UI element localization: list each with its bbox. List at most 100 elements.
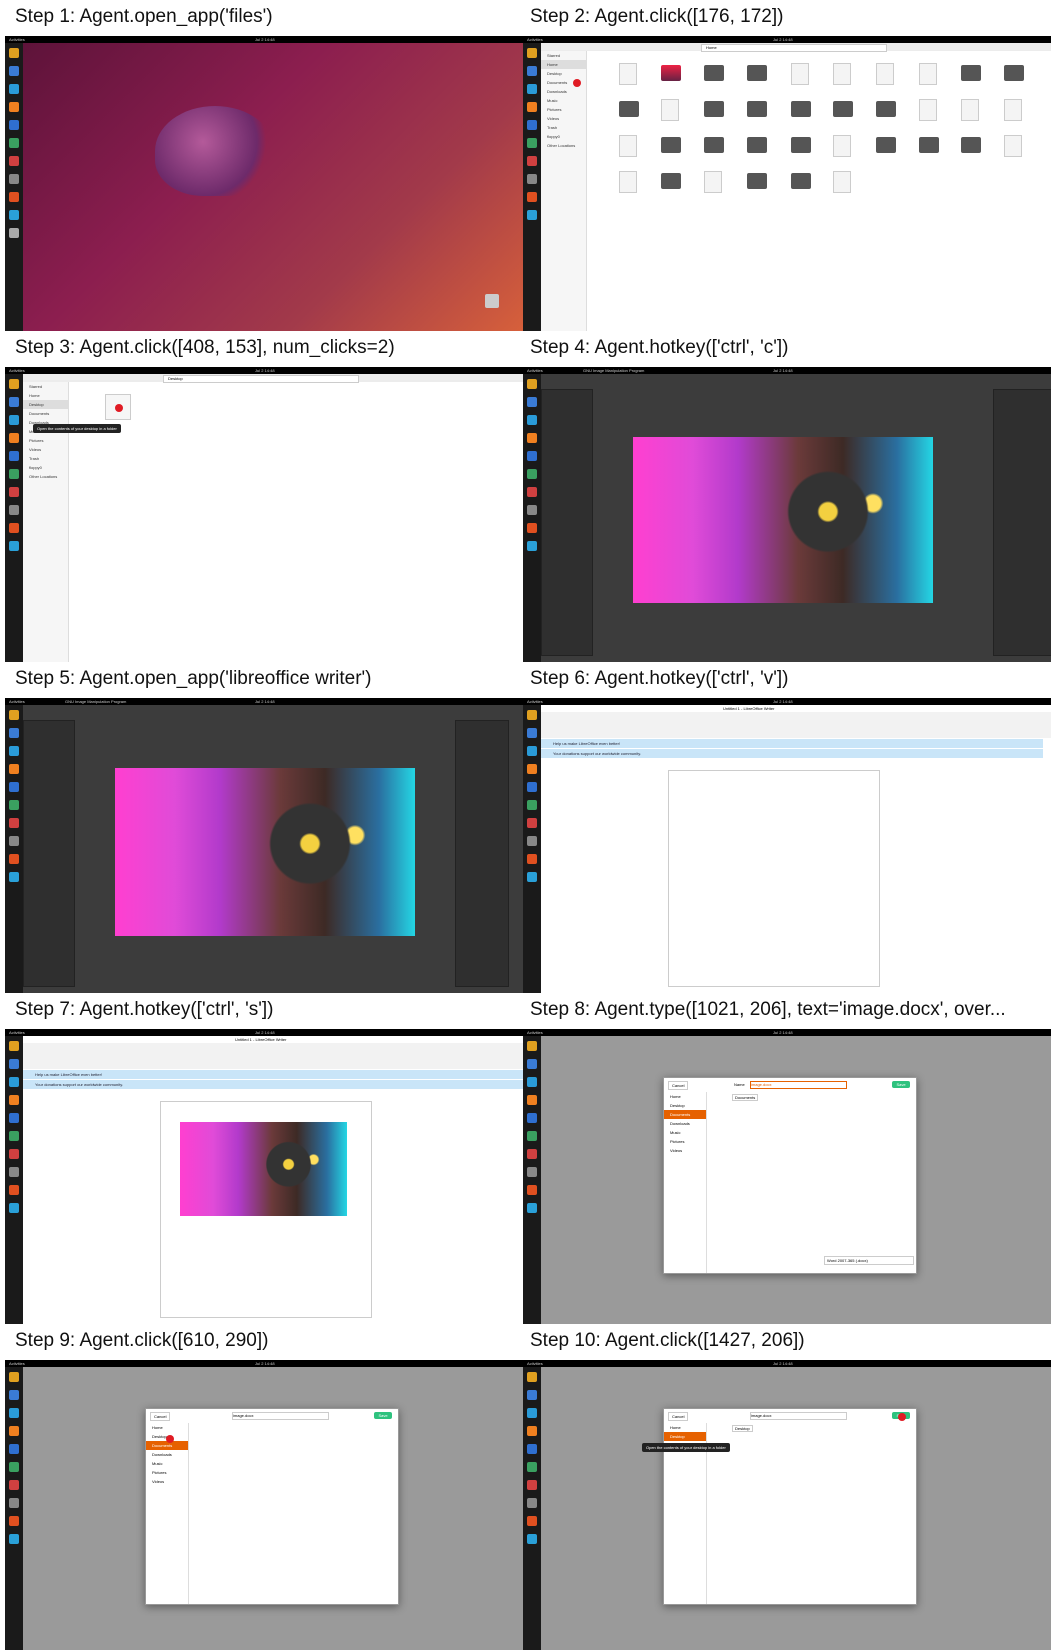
sidebar-item-trash[interactable]: Trash <box>23 454 68 463</box>
screenshot-gimp: Activities GNU Image Manipulation Program… <box>523 367 1051 662</box>
sidebar-item-home[interactable]: Home <box>541 60 586 69</box>
folder-icon[interactable] <box>791 173 811 189</box>
file-icon[interactable] <box>619 171 637 193</box>
sidebar-item-starred[interactable]: Starred <box>541 51 586 60</box>
crumb-documents[interactable]: Documents <box>732 1094 759 1101</box>
name-input[interactable]: image.docx <box>750 1412 847 1420</box>
place-home[interactable]: Home <box>664 1423 706 1432</box>
folder-icon[interactable] <box>747 65 767 81</box>
save-button[interactable]: Save <box>892 1081 910 1088</box>
top-bar: Activities Jul 2 14:48 <box>5 36 535 43</box>
folder-icon[interactable] <box>1004 65 1024 81</box>
trash-desktop-icon[interactable] <box>485 294 499 308</box>
folder-icon[interactable] <box>661 173 681 189</box>
folder-icon[interactable] <box>704 65 724 81</box>
cancel-button[interactable]: Cancel <box>668 1412 689 1421</box>
screenshot-desktop: Activities Jul 2 14:48 <box>5 36 535 331</box>
file-icon[interactable] <box>1004 99 1022 121</box>
folder-icon[interactable] <box>791 101 811 117</box>
sidebar-item-pictures[interactable]: Pictures <box>541 105 586 114</box>
folder-icon[interactable] <box>961 65 981 81</box>
sidebar-item-home[interactable]: Home <box>23 391 68 400</box>
place-home[interactable]: Home <box>664 1092 706 1101</box>
cancel-button[interactable]: Cancel <box>150 1412 171 1421</box>
folder-icon[interactable] <box>919 137 939 153</box>
file-icon[interactable] <box>919 63 937 85</box>
file-icon[interactable] <box>919 99 937 121</box>
place-downloads[interactable]: Downloads <box>146 1450 188 1459</box>
folder-icon[interactable] <box>961 137 981 153</box>
place-videos[interactable]: Videos <box>664 1146 706 1155</box>
document-page[interactable] <box>668 770 880 987</box>
gimp-docks <box>993 389 1051 656</box>
sidebar-item-videos[interactable]: Videos <box>541 114 586 123</box>
folder-icon[interactable] <box>704 101 724 117</box>
folder-icon[interactable] <box>747 101 767 117</box>
file-icon[interactable] <box>1004 135 1022 157</box>
sidebar-item-starred[interactable]: Starred <box>23 382 68 391</box>
step-caption: Step 10: Agent.click([1427, 206]) <box>530 1330 805 1351</box>
folder-icon[interactable] <box>619 101 639 117</box>
place-videos[interactable]: Videos <box>146 1477 188 1486</box>
folder-icon[interactable] <box>791 137 811 153</box>
file-icon[interactable] <box>833 171 851 193</box>
sidebar-item-trash[interactable]: Trash <box>541 123 586 132</box>
screenshot-gimp: Activities GNU Image Manipulation Program… <box>5 698 535 993</box>
sidebar-item-documents[interactable]: Documents <box>23 409 68 418</box>
step-8: Step 8: Agent.type([1021, 206], text='im… <box>523 999 1058 1324</box>
file-icon[interactable] <box>876 63 894 85</box>
folder-icon[interactable] <box>661 65 681 81</box>
file-icon[interactable] <box>961 99 979 121</box>
folder-icon[interactable] <box>876 137 896 153</box>
step-4: Step 4: Agent.hotkey(['ctrl', 'c']) Acti… <box>523 337 1058 662</box>
path-bar[interactable]: Desktop <box>163 375 359 383</box>
file-icon[interactable] <box>791 63 809 85</box>
folder-icon[interactable] <box>704 137 724 153</box>
sidebar-item-other[interactable]: Other Locations <box>541 141 586 150</box>
sidebar-item-floppy[interactable]: floppy0 <box>541 132 586 141</box>
place-pictures[interactable]: Pictures <box>146 1468 188 1477</box>
file-icon[interactable] <box>704 171 722 193</box>
folder-icon[interactable] <box>833 101 853 117</box>
folder-icon[interactable] <box>747 173 767 189</box>
step-caption: Step 7: Agent.hotkey(['ctrl', 's']) <box>15 999 274 1020</box>
place-documents[interactable]: Documents <box>664 1110 706 1119</box>
file-icon[interactable] <box>833 135 851 157</box>
click-marker <box>115 404 123 412</box>
place-downloads[interactable]: Downloads <box>664 1119 706 1128</box>
save-dialog: Cancel Name image.docx Save Home Desktop… <box>663 1077 917 1274</box>
gimp-toolbox <box>23 720 75 987</box>
cancel-button[interactable]: Cancel <box>668 1081 689 1090</box>
folder-icon[interactable] <box>747 137 767 153</box>
sidebar-item-music[interactable]: Music <box>541 96 586 105</box>
sidebar-item-videos[interactable]: Videos <box>23 445 68 454</box>
place-music[interactable]: Music <box>146 1459 188 1468</box>
path-bar[interactable]: Home <box>701 44 887 52</box>
name-input[interactable]: image.docx <box>750 1081 847 1089</box>
place-desktop[interactable]: Desktop <box>664 1432 706 1441</box>
folder-icon[interactable] <box>876 101 896 117</box>
place-music[interactable]: Music <box>664 1128 706 1137</box>
files-window: Desktop Starred Home Desktop Documents D… <box>23 374 535 662</box>
pasted-image[interactable] <box>180 1122 347 1216</box>
file-icon[interactable] <box>833 63 851 85</box>
sidebar-item-desktop[interactable]: Desktop <box>23 400 68 409</box>
place-desktop[interactable]: Desktop <box>664 1101 706 1110</box>
name-input[interactable]: image.docx <box>232 1412 329 1420</box>
sidebar-item-other[interactable]: Other Locations <box>23 472 68 481</box>
file-icon[interactable] <box>619 135 637 157</box>
sidebar-item-pictures[interactable]: Pictures <box>23 436 68 445</box>
sidebar-item-downloads[interactable]: Downloads <box>541 87 586 96</box>
infobar-help: Help us make LibreOffice even better! <box>541 739 1043 748</box>
file-icon[interactable] <box>661 99 679 121</box>
place-pictures[interactable]: Pictures <box>664 1137 706 1146</box>
place-home[interactable]: Home <box>146 1423 188 1432</box>
sidebar-item-desktop[interactable]: Desktop <box>541 69 586 78</box>
crumb-desktop[interactable]: Desktop <box>732 1425 753 1432</box>
files-window: Home Starred Home Desktop Documents Down… <box>541 43 1051 331</box>
file-icon[interactable] <box>619 63 637 85</box>
save-button[interactable]: Save <box>374 1412 392 1419</box>
sidebar-item-floppy[interactable]: floppy0 <box>23 463 68 472</box>
format-select[interactable]: Word 2007-365 (.docx) <box>824 1256 914 1265</box>
folder-icon[interactable] <box>661 137 681 153</box>
